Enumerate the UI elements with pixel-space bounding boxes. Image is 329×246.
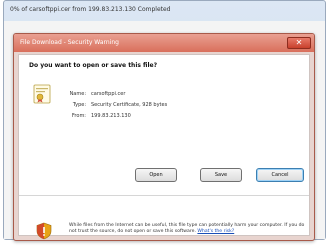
file-from-value: 199.83.213.130 (91, 113, 131, 119)
save-button[interactable]: Save (200, 168, 242, 182)
warning-text: While files from the Internet can be use… (69, 223, 305, 234)
close-button[interactable]: ✕ (287, 37, 311, 49)
shield-warning-icon (36, 222, 52, 240)
certificate-file-icon (33, 84, 51, 104)
dialog-content: Do you want to open or save this file? N… (18, 54, 310, 240)
file-from-label: From: (71, 113, 86, 119)
file-name-value: carsoftppi.cer (91, 91, 126, 97)
dialog-titlebar[interactable]: File Download - Security Warning ✕ (14, 34, 314, 52)
download-progress-title: 0% of carsoftppi.cer from 199.83.213.130… (10, 6, 171, 13)
dialog-separator (19, 195, 309, 196)
cancel-button[interactable]: Cancel (256, 168, 304, 182)
open-save-question: Do you want to open or save this file? (29, 62, 158, 69)
dialog-title: File Download - Security Warning (20, 39, 119, 46)
file-type-label: Type: (72, 102, 86, 108)
whats-the-risk-link[interactable]: What's the risk? (197, 229, 234, 234)
security-warning-message: While files from the Internet can be use… (69, 223, 305, 235)
open-button[interactable]: Open (135, 168, 177, 182)
security-warning-dialog: File Download - Security Warning ✕ Do yo… (13, 33, 315, 241)
file-name-label: Name: (69, 91, 86, 97)
file-type-value: Security Certificate, 928 bytes (91, 102, 168, 108)
